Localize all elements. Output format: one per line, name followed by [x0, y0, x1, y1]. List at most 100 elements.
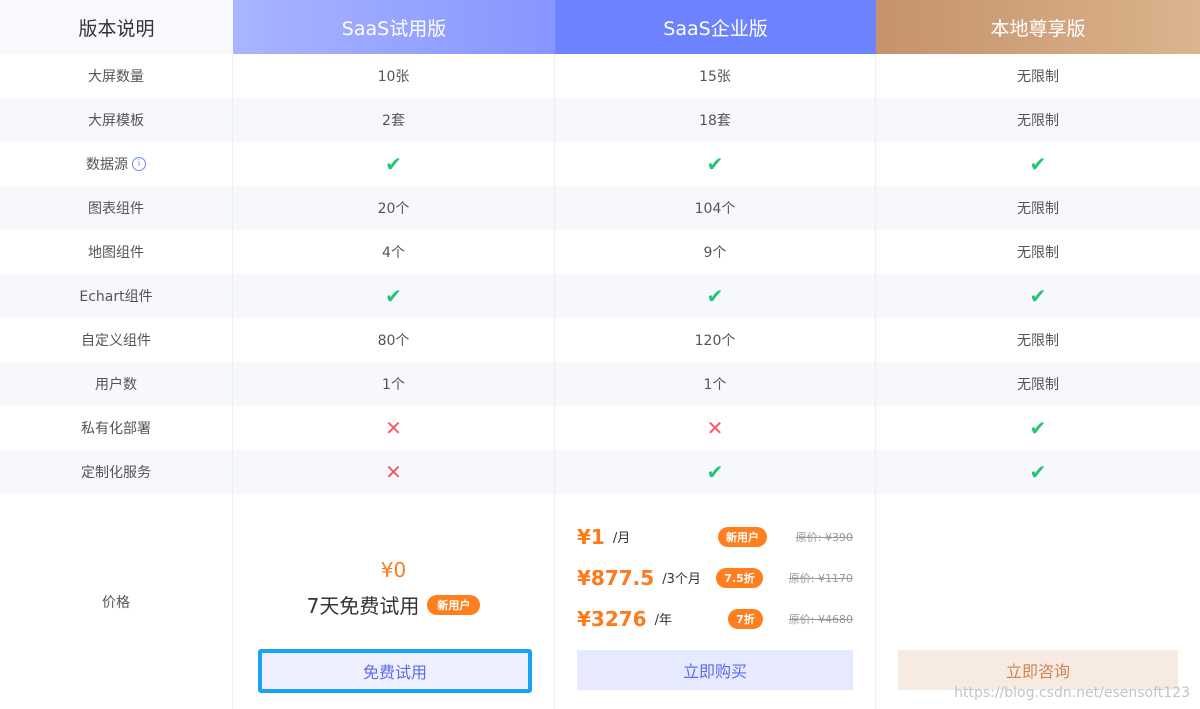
original-price: 原价: ¥1170: [788, 571, 853, 585]
feature-name-cell: 定制化服务: [0, 450, 233, 494]
new-user-badge: 新用户: [427, 594, 481, 615]
feature-name: 地图组件: [88, 245, 144, 261]
check-icon: ✔: [706, 460, 724, 484]
feature-name-cell: 私有化部署: [0, 406, 233, 450]
feature-name: 数据源: [86, 157, 128, 173]
feature-enterprise-cell: 1个: [555, 362, 876, 406]
enterprise-price-option: ¥1/月 新用户 原价: ¥390: [577, 516, 853, 557]
header-local-premium: 本地尊享版: [876, 0, 1200, 54]
header-version-description: 版本说明: [0, 0, 233, 54]
feature-value: 无限制: [1017, 377, 1059, 393]
feature-trial-cell: 1个: [233, 362, 555, 406]
original-price: 原价: ¥4680: [788, 612, 853, 626]
table-header: 版本说明 SaaS试用版 SaaS企业版 本地尊享版: [0, 0, 1200, 54]
price-trial-cell: ¥0 7天免费试用 新用户 免费试用: [233, 494, 555, 709]
cross-icon: ✕: [385, 416, 402, 440]
feature-enterprise-cell: 15张: [555, 54, 876, 98]
feature-local-cell: ✔: [876, 142, 1200, 186]
feature-value: 无限制: [1017, 113, 1059, 129]
feature-enterprise-cell: ✔: [555, 274, 876, 318]
feature-local-cell: ✔: [876, 450, 1200, 494]
feature-value: 80个: [377, 333, 410, 349]
feature-name-cell: 自定义组件: [0, 318, 233, 362]
feature-name-cell: Echart组件: [0, 274, 233, 318]
cross-icon: ✕: [385, 460, 402, 484]
feature-local-cell: 无限制: [876, 186, 1200, 230]
feature-name-cell: 大屏模板: [0, 98, 233, 142]
free-trial-button[interactable]: 免费试用: [258, 649, 532, 693]
check-icon: ✔: [1029, 152, 1047, 176]
feature-name: 大屏数量: [88, 69, 144, 85]
table-row: 大屏模板 2套 18套 无限制: [0, 98, 1200, 142]
feature-local-cell: 无限制: [876, 230, 1200, 274]
feature-name: 图表组件: [88, 201, 144, 217]
feature-enterprise-cell: 104个: [555, 186, 876, 230]
table-row: 私有化部署 ✕ ✕ ✔: [0, 406, 1200, 450]
consult-now-button[interactable]: 立即咨询: [898, 650, 1178, 690]
feature-trial-cell: 20个: [233, 186, 555, 230]
feature-value: 无限制: [1017, 245, 1059, 261]
feature-name-cell: 数据源 i: [0, 142, 233, 186]
feature-value: 15张: [699, 69, 731, 85]
feature-trial-cell: ✔: [233, 274, 555, 318]
check-icon: ✔: [1029, 416, 1047, 440]
trial-text: 7天免费试用: [306, 594, 420, 618]
feature-rows: 大屏数量 10张 15张 无限制 大屏模板 2套 18套 无限制 数据源 i ✔ ✔ ✔ 图表组件 20个 1…: [0, 54, 1200, 494]
feature-enterprise-cell: 18套: [555, 98, 876, 142]
feature-value: 无限制: [1017, 201, 1059, 217]
check-icon: ✔: [706, 284, 724, 308]
price-enterprise-cell: ¥1/月 新用户 原价: ¥390 ¥877.5/3个月 7.5折 原价: ¥1170 ¥3…: [555, 494, 876, 709]
feature-local-cell: 无限制: [876, 54, 1200, 98]
feature-value: 20个: [377, 201, 410, 217]
feature-name-cell: 用户数: [0, 362, 233, 406]
price-local-cell: 立即咨询: [876, 494, 1200, 709]
feature-local-cell: 无限制: [876, 318, 1200, 362]
feature-value: 无限制: [1017, 333, 1059, 349]
feature-name: 定制化服务: [81, 465, 151, 481]
table-row: 数据源 i ✔ ✔ ✔: [0, 142, 1200, 186]
trial-line: 7天免费试用 新用户: [307, 590, 481, 619]
feature-enterprise-cell: ✔: [555, 450, 876, 494]
feature-enterprise-cell: ✔: [555, 142, 876, 186]
table-row: 大屏数量 10张 15张 无限制: [0, 54, 1200, 98]
enterprise-price: ¥1: [577, 524, 605, 549]
trial-price: ¥0: [380, 558, 407, 582]
table-row: 自定义组件 80个 120个 无限制: [0, 318, 1200, 362]
original-price: 原价: ¥390: [795, 530, 853, 544]
enterprise-price: ¥3276: [577, 606, 647, 631]
feature-local-cell: ✔: [876, 406, 1200, 450]
price-label: 价格: [102, 594, 130, 611]
feature-trial-cell: 4个: [233, 230, 555, 274]
table-row: 定制化服务 ✕ ✔ ✔: [0, 450, 1200, 494]
trial-price-box: ¥0 7天免费试用 新用户: [307, 558, 481, 619]
header-saas-trial: SaaS试用版: [233, 0, 555, 54]
feature-trial-cell: ✕: [233, 450, 555, 494]
feature-trial-cell: 80个: [233, 318, 555, 362]
pricing-comparison-table: 版本说明 SaaS试用版 SaaS企业版 本地尊享版 大屏数量 10张 15张 无限制…: [0, 0, 1200, 709]
feature-name-cell: 地图组件: [0, 230, 233, 274]
feature-value: 1个: [382, 377, 405, 393]
enterprise-price-unit: /月: [612, 531, 631, 546]
feature-value: 9个: [703, 245, 727, 261]
price-label-cell: 价格: [0, 494, 233, 709]
feature-value: 18套: [699, 113, 731, 129]
table-row: 图表组件 20个 104个 无限制: [0, 186, 1200, 230]
feature-name: 私有化部署: [81, 421, 151, 437]
feature-name: 大屏模板: [88, 113, 144, 129]
table-row: 地图组件 4个 9个 无限制: [0, 230, 1200, 274]
buy-now-button[interactable]: 立即购买: [577, 650, 853, 690]
feature-value: 10张: [377, 69, 410, 85]
feature-name-cell: 图表组件: [0, 186, 233, 230]
enterprise-price-unit: /年: [654, 613, 672, 628]
feature-local-cell: ✔: [876, 274, 1200, 318]
feature-name-cell: 大屏数量: [0, 54, 233, 98]
feature-name: Echart组件: [79, 289, 153, 305]
enterprise-price-option: ¥877.5/3个月 7.5折 原价: ¥1170: [577, 557, 853, 598]
table-row: 用户数 1个 1个 无限制: [0, 362, 1200, 406]
feature-local-cell: 无限制: [876, 98, 1200, 142]
feature-trial-cell: ✕: [233, 406, 555, 450]
check-icon: ✔: [1029, 460, 1047, 484]
check-icon: ✔: [385, 152, 402, 176]
info-icon[interactable]: i: [132, 157, 146, 171]
feature-name: 自定义组件: [81, 333, 151, 349]
